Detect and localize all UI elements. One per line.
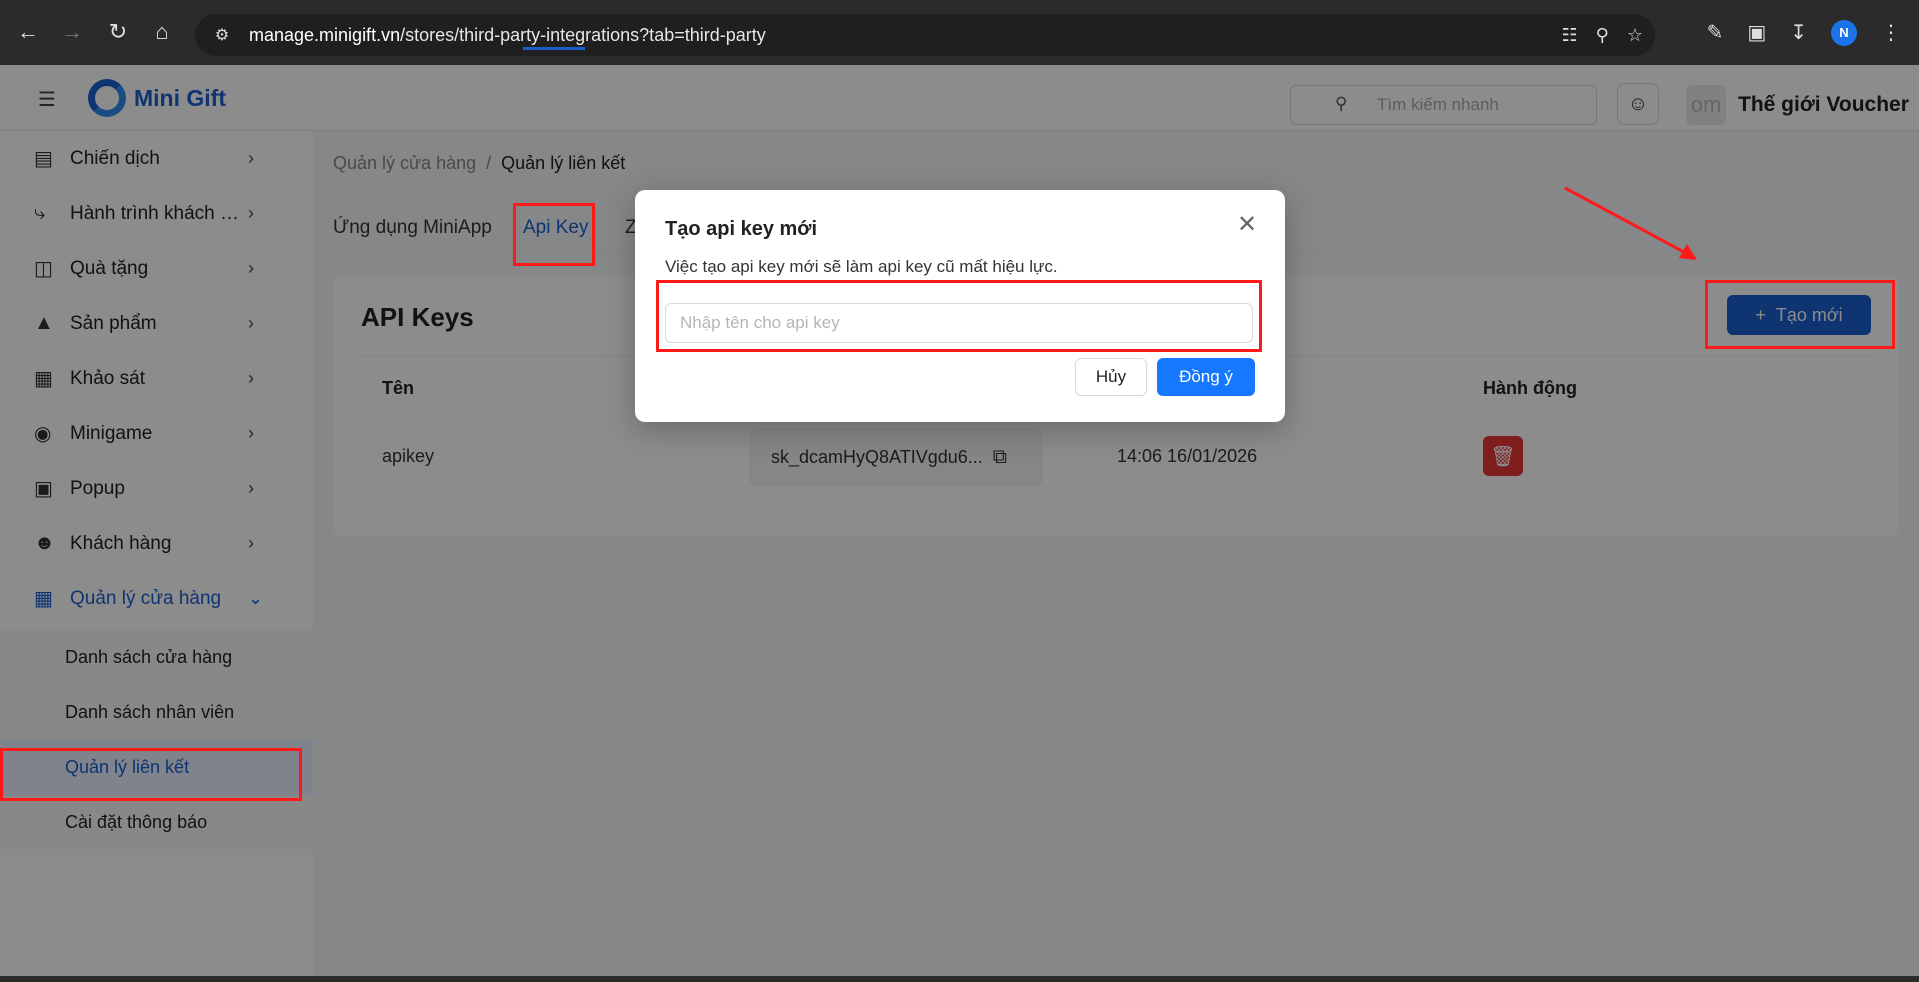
modal-title: Tạo api key mới [665, 218, 818, 240]
reload-icon[interactable]: ↻ [98, 12, 138, 52]
download-icon[interactable]: ↧ [1790, 20, 1807, 45]
home-icon[interactable]: ⌂ [142, 12, 182, 52]
window-bottom-edge [0, 976, 1919, 982]
back-icon[interactable]: ← [8, 12, 48, 52]
profile-avatar[interactable]: N [1831, 19, 1857, 46]
url-path: /stores/third-party-integrations?tab=thi… [400, 24, 766, 45]
more-menu-icon[interactable]: ⋮ [1881, 20, 1901, 45]
modal-description: Việc tạo api key mới sẽ làm api key cũ m… [665, 257, 1058, 276]
annotation-box-integrations-item [0, 748, 302, 801]
url-text: manage.minigift.vn/stores/third-party-in… [249, 25, 766, 46]
password-key-icon[interactable]: ⚲ [1596, 25, 1609, 46]
active-tab-indicator [523, 47, 585, 50]
url-host: manage.minigift.vn [249, 24, 401, 45]
annotation-box-name-input [656, 280, 1262, 352]
browser-toolbar: ← → ↻ ⌂ ⚙ manage.minigift.vn/stores/thir… [0, 0, 1919, 65]
site-settings-icon[interactable]: ⚙ [207, 25, 237, 45]
annotation-box-create-button [1705, 280, 1895, 349]
extensions-icon[interactable]: ▣ [1747, 20, 1766, 45]
address-bar[interactable]: ⚙ manage.minigift.vn/stores/third-party-… [195, 14, 1655, 56]
forward-icon[interactable]: → [52, 12, 92, 52]
eyedropper-icon[interactable]: ✎ [1707, 20, 1724, 45]
translate-icon[interactable]: ☷ [1562, 25, 1578, 46]
close-icon[interactable]: ✕ [1237, 210, 1257, 239]
annotation-arrow [1564, 186, 1697, 260]
annotation-box-api-key-tab [513, 203, 595, 266]
bookmark-star-icon[interactable]: ☆ [1627, 25, 1643, 46]
cancel-button[interactable]: Hủy [1075, 358, 1147, 396]
confirm-button[interactable]: Đồng ý [1157, 358, 1255, 396]
